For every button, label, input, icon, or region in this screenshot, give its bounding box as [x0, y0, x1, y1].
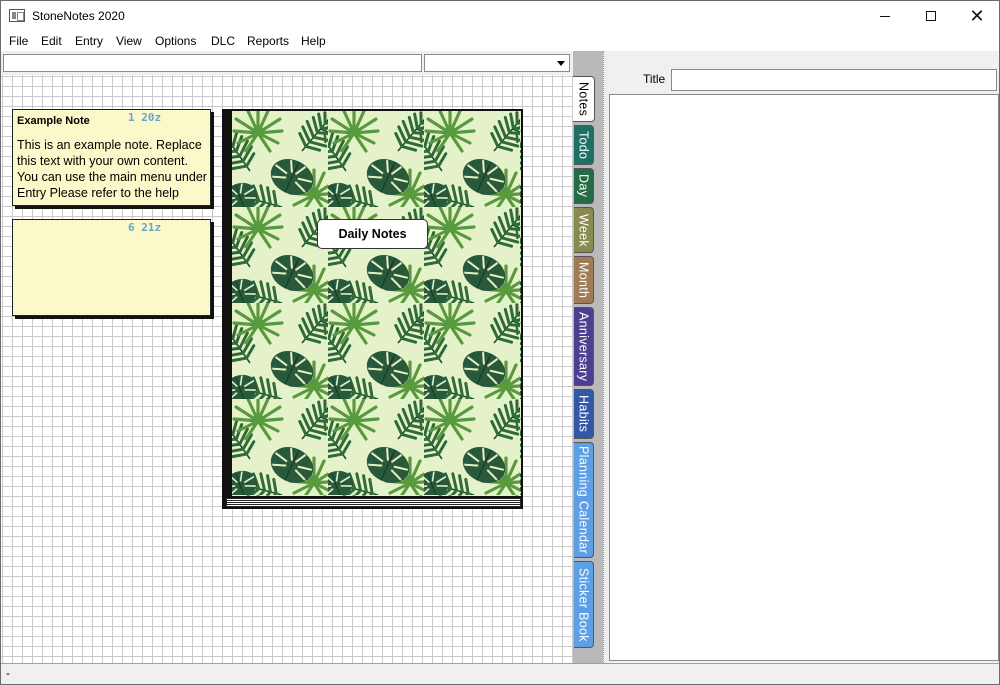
- note-editor[interactable]: [609, 94, 999, 661]
- tab-label: Month: [576, 261, 591, 299]
- notebook-cover: Daily Notes: [232, 111, 521, 496]
- close-icon: ✕: [969, 5, 985, 27]
- notes-pane: Example Note 1 20z This is an example no…: [1, 51, 573, 663]
- tab-label: Anniversary: [576, 311, 591, 382]
- sticky-note[interactable]: 6 21z: [12, 219, 211, 316]
- menu-bar: File Edit Entry View Options DLC Reports…: [1, 31, 999, 51]
- title-label: Title: [643, 72, 666, 86]
- window-title: StoneNotes 2020: [32, 9, 125, 23]
- note-body: This is an example note. Replace this te…: [17, 138, 207, 200]
- maximize-button[interactable]: [908, 1, 954, 31]
- menu-edit[interactable]: Edit: [41, 34, 62, 48]
- notebook-label[interactable]: Daily Notes: [317, 219, 428, 249]
- menu-options[interactable]: Options: [155, 34, 196, 48]
- title-field[interactable]: [671, 69, 997, 91]
- tab-label: Planning Calendar: [576, 446, 591, 554]
- maximize-icon: [926, 11, 936, 21]
- tab-planning-calendar[interactable]: Planning Calendar: [574, 442, 594, 558]
- detail-pane: Title: [607, 51, 999, 663]
- title-bar[interactable]: StoneNotes 2020 ✕: [1, 1, 999, 31]
- minimize-button[interactable]: [862, 1, 908, 31]
- notes-canvas[interactable]: Example Note 1 20z This is an example no…: [1, 75, 573, 663]
- filter-dropdown[interactable]: [424, 54, 570, 72]
- tab-todo[interactable]: Todo: [574, 125, 594, 165]
- status-bar: -: [1, 663, 999, 684]
- note-title: Example Note: [17, 115, 90, 127]
- tab-day[interactable]: Day: [574, 168, 594, 204]
- app-icon: [9, 9, 25, 22]
- tab-notes[interactable]: Notes: [573, 76, 595, 122]
- menu-entry[interactable]: Entry: [75, 34, 103, 48]
- vertical-tab-strip: Notes Todo Day Week Month Anniversary Ha…: [573, 51, 605, 663]
- search-input[interactable]: [3, 54, 422, 72]
- tab-label: Todo: [576, 130, 591, 160]
- close-button[interactable]: ✕: [954, 1, 1000, 31]
- menu-help[interactable]: Help: [301, 34, 326, 48]
- tab-label: Sticker Book: [576, 567, 591, 642]
- leaf-pattern-image: [232, 111, 521, 496]
- menu-reports[interactable]: Reports: [247, 34, 289, 48]
- minimize-icon: [880, 15, 890, 17]
- tab-sticker-book[interactable]: Sticker Book: [574, 561, 594, 648]
- tab-anniversary[interactable]: Anniversary: [574, 307, 594, 386]
- menu-file[interactable]: File: [9, 34, 28, 48]
- tab-label: Habits: [576, 395, 591, 433]
- notebook-pages: [226, 498, 521, 507]
- menu-dlc[interactable]: DLC: [211, 34, 235, 48]
- app-window: StoneNotes 2020 ✕ File Edit Entry View O…: [0, 0, 1000, 685]
- tab-label: Notes: [576, 81, 591, 117]
- menu-view[interactable]: View: [116, 34, 142, 48]
- status-text: -: [6, 666, 10, 680]
- note-meta: 6 21z: [128, 221, 162, 234]
- tab-habits[interactable]: Habits: [574, 389, 594, 439]
- note-meta: 1 20z: [128, 111, 162, 124]
- tab-label: Week: [576, 213, 591, 247]
- chevron-down-icon[interactable]: [554, 56, 568, 70]
- notebook[interactable]: Daily Notes: [222, 109, 523, 509]
- tab-month[interactable]: Month: [574, 256, 594, 304]
- tab-week[interactable]: Week: [574, 207, 594, 253]
- sticky-note[interactable]: Example Note 1 20z This is an example no…: [12, 109, 211, 206]
- tab-label: Day: [576, 174, 591, 198]
